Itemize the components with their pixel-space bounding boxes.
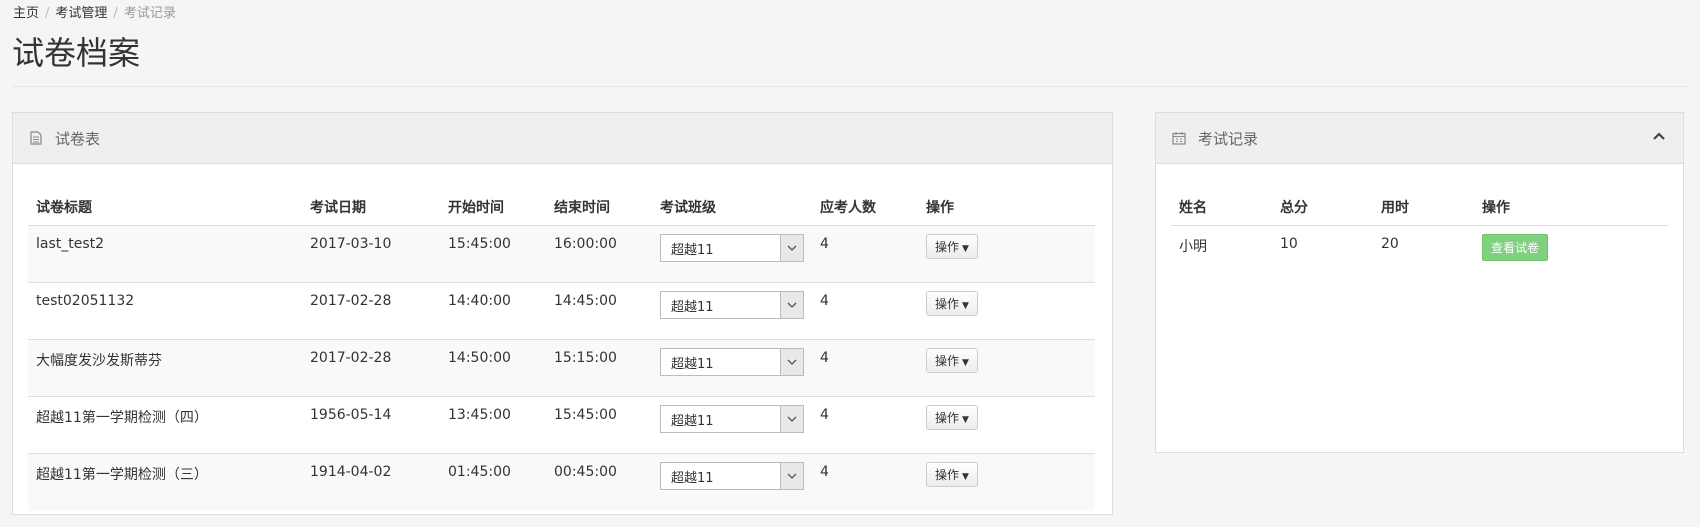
breadcrumb-exam-mgmt[interactable]: 考试管理 xyxy=(55,6,107,21)
column-header-start: 开始时间 xyxy=(440,167,546,226)
operation-label: 操作 xyxy=(935,240,960,254)
class-select[interactable]: 超越11 xyxy=(660,291,804,319)
paper-date: 2017-02-28 xyxy=(302,339,440,397)
paper-start: 14:40:00 xyxy=(440,282,546,340)
paper-start: 15:45:00 xyxy=(440,225,546,283)
operation-label: 操作 xyxy=(935,468,960,482)
table-row: test02051132 2017-02-28 14:40:00 14:45:0… xyxy=(28,282,1095,340)
paper-title: test02051132 xyxy=(28,282,302,340)
paper-count: 4 xyxy=(812,453,918,511)
calendar-icon xyxy=(1170,129,1188,147)
breadcrumb: 主页 / 考试管理 / 考试记录 xyxy=(13,2,176,21)
operation-dropdown-button[interactable]: 操作 ▼ xyxy=(926,462,978,487)
paper-title: 大幅度发沙发斯蒂芬 xyxy=(28,339,302,397)
chevron-up-icon[interactable] xyxy=(1651,128,1669,146)
papers-panel: 试卷表 试卷标题 考试日期 开始时间 结束时间 考试班级 应考人数 操作 las… xyxy=(12,112,1113,515)
paper-date: 1914-04-02 xyxy=(302,453,440,511)
file-text-icon xyxy=(27,129,45,147)
paper-count: 4 xyxy=(812,396,918,454)
operation-label: 操作 xyxy=(935,354,960,368)
paper-end: 15:15:00 xyxy=(546,339,652,397)
table-row: 超越11第一学期检测（三） 1914-04-02 01:45:00 00:45:… xyxy=(28,453,1095,511)
operation-dropdown-button[interactable]: 操作 ▼ xyxy=(926,348,978,373)
paper-count: 4 xyxy=(812,282,918,340)
class-select[interactable]: 超越11 xyxy=(660,348,804,376)
column-header-time: 用时 xyxy=(1373,167,1474,226)
paper-start: 01:45:00 xyxy=(440,453,546,511)
breadcrumb-current: 考试记录 xyxy=(123,6,176,21)
paper-end: 15:45:00 xyxy=(546,396,652,454)
records-panel: 考试记录 姓名 总分 用时 操作 小明 10 20 查看试卷 xyxy=(1155,112,1684,453)
column-header-date: 考试日期 xyxy=(302,167,440,226)
class-select-value: 超越11 xyxy=(671,470,714,486)
title-divider xyxy=(12,86,1688,87)
column-header-class: 考试班级 xyxy=(652,167,812,226)
paper-start: 13:45:00 xyxy=(440,396,546,454)
caret-down-icon: ▼ xyxy=(962,415,969,425)
caret-down-icon: ▼ xyxy=(962,472,969,482)
caret-down-icon: ▼ xyxy=(962,301,969,311)
papers-panel-header: 试卷表 xyxy=(13,113,1112,164)
records-table-header: 姓名 总分 用时 操作 xyxy=(1171,167,1668,226)
paper-date: 2017-02-28 xyxy=(302,282,440,340)
paper-end: 00:45:00 xyxy=(546,453,652,511)
operation-label: 操作 xyxy=(935,297,960,311)
records-table: 姓名 总分 用时 操作 小明 10 20 查看试卷 xyxy=(1171,167,1668,266)
breadcrumb-separator: / xyxy=(45,6,50,21)
view-paper-button[interactable]: 查看试卷 xyxy=(1482,234,1549,261)
paper-title: 超越11第一学期检测（三） xyxy=(28,453,302,511)
chevron-down-icon xyxy=(780,235,803,261)
table-row: last_test2 2017-03-10 15:45:00 16:00:00 … xyxy=(28,225,1095,283)
chevron-down-icon xyxy=(780,292,803,318)
papers-table-header: 试卷标题 考试日期 开始时间 结束时间 考试班级 应考人数 操作 xyxy=(28,167,1095,226)
chevron-down-icon xyxy=(780,406,803,432)
record-name: 小明 xyxy=(1179,239,1207,255)
records-panel-title: 考试记录 xyxy=(1198,129,1259,148)
class-select[interactable]: 超越11 xyxy=(660,405,804,433)
caret-down-icon: ▼ xyxy=(962,244,969,254)
class-select-value: 超越11 xyxy=(671,356,714,372)
class-select-value: 超越11 xyxy=(671,413,714,429)
class-select[interactable]: 超越11 xyxy=(660,234,804,262)
operation-dropdown-button[interactable]: 操作 ▼ xyxy=(926,291,978,316)
paper-title: 超越11第一学期检测（四） xyxy=(28,396,302,454)
paper-start: 14:50:00 xyxy=(440,339,546,397)
operation-label: 操作 xyxy=(935,411,960,425)
column-header-name: 姓名 xyxy=(1171,167,1272,226)
paper-count: 4 xyxy=(812,225,918,283)
chevron-down-icon xyxy=(780,463,803,489)
column-header-op: 操作 xyxy=(918,167,1095,226)
papers-table: 试卷标题 考试日期 开始时间 结束时间 考试班级 应考人数 操作 last_te… xyxy=(28,167,1095,511)
column-header-title: 试卷标题 xyxy=(28,167,302,226)
operation-dropdown-button[interactable]: 操作 ▼ xyxy=(926,234,978,259)
class-select-value: 超越11 xyxy=(671,299,714,315)
papers-panel-title: 试卷表 xyxy=(55,129,101,148)
table-row: 小明 10 20 查看试卷 xyxy=(1171,226,1668,266)
record-score: 10 xyxy=(1280,236,1298,252)
column-header-end: 结束时间 xyxy=(546,167,652,226)
column-header-score: 总分 xyxy=(1272,167,1373,226)
paper-end: 16:00:00 xyxy=(546,225,652,283)
table-row: 超越11第一学期检测（四） 1956-05-14 13:45:00 15:45:… xyxy=(28,396,1095,454)
chevron-down-icon xyxy=(780,349,803,375)
operation-dropdown-button[interactable]: 操作 ▼ xyxy=(926,405,978,430)
table-row: 大幅度发沙发斯蒂芬 2017-02-28 14:50:00 15:15:00 超… xyxy=(28,339,1095,397)
class-select-value: 超越11 xyxy=(671,242,714,258)
paper-date: 2017-03-10 xyxy=(302,225,440,283)
record-time: 20 xyxy=(1381,236,1399,252)
paper-title: last_test2 xyxy=(28,225,302,283)
breadcrumb-separator: / xyxy=(113,6,118,21)
class-select[interactable]: 超越11 xyxy=(660,462,804,490)
page-title: 试卷档案 xyxy=(12,34,141,72)
breadcrumb-home[interactable]: 主页 xyxy=(13,6,39,21)
column-header-count: 应考人数 xyxy=(812,167,918,226)
paper-date: 1956-05-14 xyxy=(302,396,440,454)
caret-down-icon: ▼ xyxy=(962,358,969,368)
column-header-action: 操作 xyxy=(1474,167,1668,226)
paper-count: 4 xyxy=(812,339,918,397)
paper-end: 14:45:00 xyxy=(546,282,652,340)
records-panel-header: 考试记录 xyxy=(1156,113,1683,164)
